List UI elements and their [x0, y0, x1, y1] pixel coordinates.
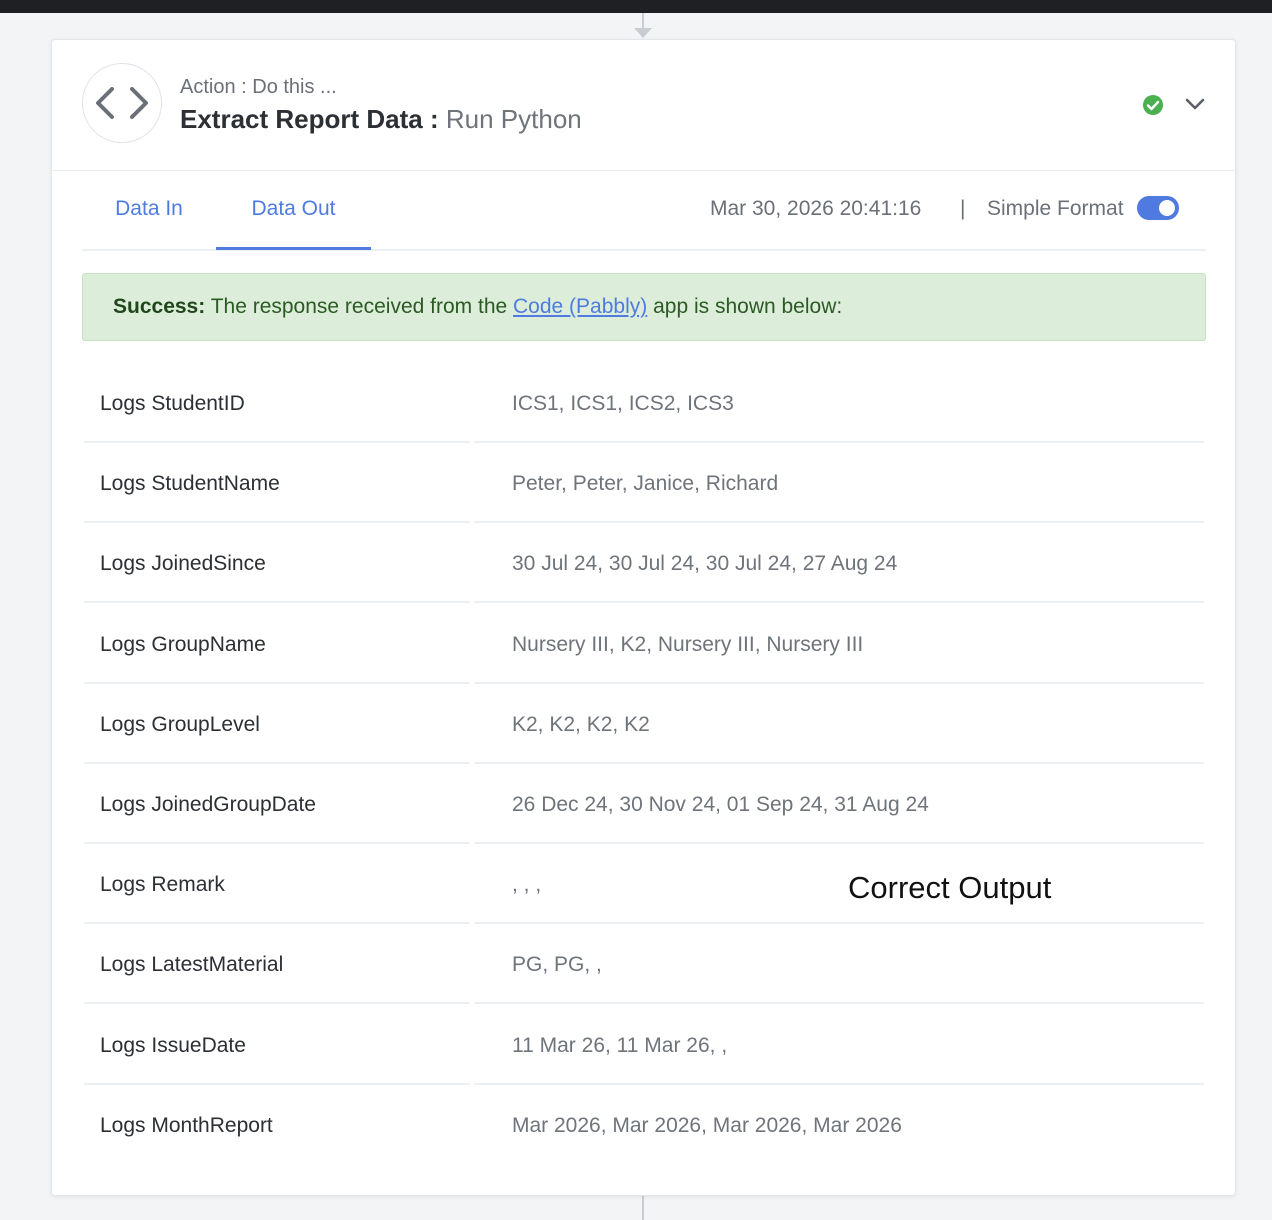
row-key: Logs StudentName: [84, 445, 470, 524]
action-step-card: Action : Do this ... Extract Report Data…: [51, 39, 1236, 1196]
row-key: Logs MonthReport: [100, 1113, 273, 1137]
step-name: Extract Report Data: [180, 104, 423, 134]
code-pabbly-link[interactable]: Code (Pabbly): [513, 295, 647, 318]
table-row: Logs JoinedGroupDate 26 Dec 24, 30 Nov 24…: [84, 766, 1204, 846]
simple-format-label: Simple Format: [987, 197, 1124, 220]
table-row: Logs GroupName Nursery III, K2, Nursery I…: [84, 606, 1204, 686]
row-value: 30 Jul 24, 30 Jul 24, 30 Jul 24, 27 Aug …: [474, 525, 1204, 604]
correct-output-annotation: Correct Output: [848, 870, 1052, 905]
row-key: Logs LatestMaterial: [84, 926, 470, 1005]
row-key: Logs Remark: [84, 846, 470, 925]
table-row: Logs StudentName Peter, Peter, Janice, Ri…: [84, 445, 1204, 525]
alert-text-before: The response received from the: [205, 295, 514, 318]
step-header[interactable]: Action : Do this ... Extract Report Data…: [52, 40, 1235, 171]
row-value: Nursery III, K2, Nursery III, Nursery II…: [474, 606, 1204, 684]
row-value: Mar 2026, Mar 2026, Mar 2026, Mar 2026: [512, 1113, 902, 1137]
table-row: Logs IssueDate 11 Mar 26, 11 Mar 26, ,: [84, 1007, 1204, 1087]
table-row: Logs MonthReport Mar 2026, Mar 2026, Mar …: [84, 1087, 1204, 1167]
table-row: Logs GroupLevel K2, K2, K2, K2: [84, 686, 1204, 766]
row-value: K2, K2, K2, K2: [474, 686, 1204, 764]
simple-format-toggle[interactable]: [1137, 196, 1179, 220]
row-value: ICS1, ICS1, ICS2, ICS3: [474, 365, 1204, 443]
row-key: Logs StudentID: [84, 365, 470, 443]
data-tabs: Data In Data Out Mar 30, 2026 20:41:16 |…: [82, 171, 1206, 251]
tab-data-out[interactable]: Data Out: [216, 171, 371, 250]
alert-text-after: app is shown below:: [647, 295, 843, 318]
table-row: Logs JoinedSince 30 Jul 24, 30 Jul 24, 30…: [84, 525, 1204, 605]
table-row: Logs StudentID ICS1, ICS1, ICS2, ICS3: [84, 365, 1204, 445]
step-app-name: Run Python: [445, 104, 582, 134]
response-timestamp: Mar 30, 2026 20:41:16: [710, 197, 922, 220]
tab-data-in[interactable]: Data In: [82, 171, 216, 247]
row-key: Logs GroupName: [84, 606, 470, 684]
meta-divider: |: [960, 197, 966, 220]
row-value: , , ,: [474, 846, 1204, 925]
row-value: 11 Mar 26, 11 Mar 26, ,: [474, 1007, 1204, 1085]
row-value: PG, PG, ,: [474, 926, 1204, 1005]
window-top-bar: [0, 0, 1272, 13]
success-alert: Success: The response received from the …: [82, 273, 1206, 341]
response-table: Logs StudentID ICS1, ICS1, ICS2, ICS3 Logs…: [84, 365, 1204, 1167]
success-check-icon: [1143, 95, 1163, 115]
row-key: Logs GroupLevel: [84, 686, 470, 764]
chevron-down-icon[interactable]: [1183, 92, 1207, 116]
row-key: Logs IssueDate: [84, 1007, 470, 1085]
code-brackets-icon: [96, 87, 148, 119]
step-title: Extract Report Data : Run Python: [180, 104, 582, 135]
alert-prefix: Success:: [113, 295, 206, 318]
row-value: 26 Dec 24, 30 Nov 24, 01 Sep 24, 31 Aug …: [474, 766, 1204, 844]
step-type-label: Action : Do this ...: [180, 76, 337, 98]
flow-connector-arrow: [634, 28, 652, 38]
table-row: Logs LatestMaterial PG, PG, ,: [84, 926, 1204, 1006]
step-title-separator: :: [429, 104, 439, 134]
code-app-icon: [82, 63, 162, 143]
row-value: Peter, Peter, Janice, Richard: [474, 445, 1204, 524]
toggle-knob: [1159, 200, 1175, 216]
row-key: Logs JoinedGroupDate: [84, 766, 470, 844]
row-key: Logs JoinedSince: [84, 525, 470, 604]
flow-connector-bottom: [642, 1196, 644, 1220]
